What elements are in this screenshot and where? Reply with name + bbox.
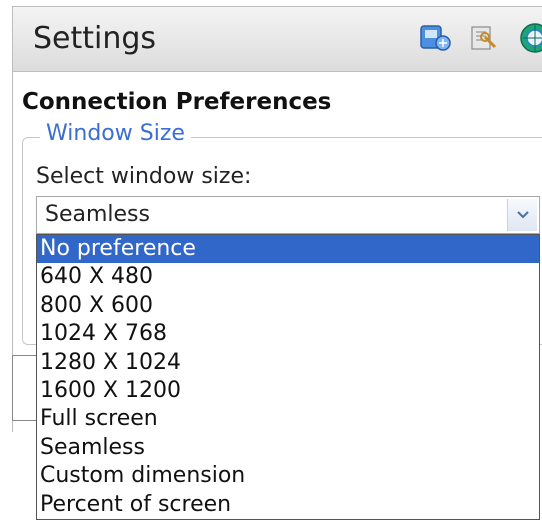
help-icon[interactable] (518, 21, 542, 55)
option-custom-dimension[interactable]: Custom dimension (37, 462, 539, 490)
dropdown-toggle-button[interactable] (507, 199, 537, 231)
option-full-screen[interactable]: Full screen (37, 405, 539, 433)
option-no-preference[interactable]: No preference (37, 235, 539, 264)
window-size-selected-value: Seamless (45, 202, 150, 227)
panel-divider (12, 420, 36, 421)
option-640x480[interactable]: 640 X 480 (37, 263, 539, 291)
option-1600x1200[interactable]: 1600 X 1200 (37, 377, 539, 405)
option-1024x768[interactable]: 1024 X 768 (37, 320, 539, 348)
option-800x600[interactable]: 800 X 600 (37, 292, 539, 320)
tools-icon[interactable] (468, 21, 502, 55)
window-size-select[interactable]: Seamless (36, 196, 540, 234)
option-percent-of-screen[interactable]: Percent of screen (37, 491, 539, 519)
panel-divider (12, 355, 36, 356)
window-size-legend: Window Size (40, 121, 191, 146)
connection-preferences-heading: Connection Preferences (22, 89, 332, 115)
header-toolbar (418, 21, 542, 55)
window-size-options-list[interactable]: No preference 640 X 480 800 X 600 1024 X… (36, 234, 540, 520)
window-size-label: Select window size: (36, 164, 252, 189)
option-seamless[interactable]: Seamless (37, 434, 539, 462)
panel-divider (12, 355, 13, 421)
settings-page: Settings Connection Preferences Window S… (0, 0, 542, 522)
option-1280x1024[interactable]: 1280 X 1024 (37, 349, 539, 377)
network-settings-icon[interactable] (418, 21, 452, 55)
settings-header: Settings (12, 6, 542, 72)
chevron-down-icon (516, 211, 529, 219)
page-title: Settings (33, 21, 157, 56)
